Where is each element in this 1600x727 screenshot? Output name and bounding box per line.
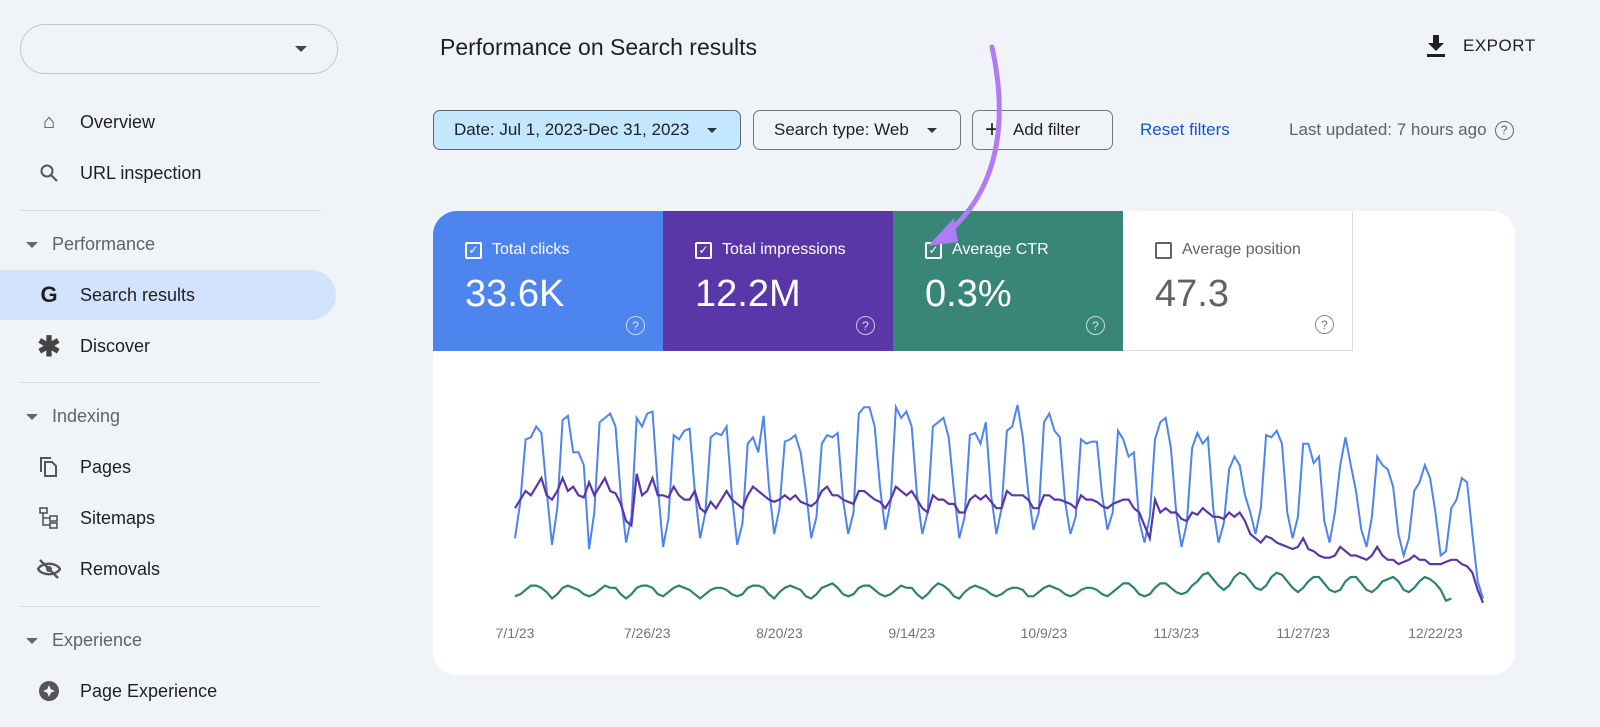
metric-total-impressions[interactable]: ✓ Total impressions 12.2M? (663, 211, 893, 351)
annotation-arrow (928, 44, 1002, 246)
checkbox-checked-icon[interactable]: ✓ (465, 241, 482, 259)
home-icon: ⌂ (42, 110, 56, 133)
sidebar-item-discover[interactable]: ✱ Discover (0, 321, 336, 371)
performance-card: ✓ Total clicks 33.6K? ✓ Total impressions 12… (433, 211, 1515, 675)
help-icon[interactable]: ? (856, 316, 875, 335)
property-selector[interactable] (20, 24, 338, 74)
x-tick-label: 11/27/23 (1276, 625, 1330, 641)
sidebar-item-pages[interactable]: Pages (0, 442, 336, 492)
reset-filters-link[interactable]: Reset filters (1140, 120, 1230, 140)
x-tick-label: 12/22/23 (1408, 625, 1463, 641)
x-tick-label: 8/20/23 (756, 625, 803, 641)
sidebar-item-search-results[interactable]: G Search results (0, 270, 336, 320)
sitemap-icon (34, 507, 64, 529)
x-tick-label: 7/1/23 (496, 625, 535, 641)
collapse-caret-icon (26, 413, 38, 420)
help-icon[interactable]: ? (1315, 315, 1334, 334)
divider (20, 210, 321, 211)
page-title: Performance on Search results (440, 34, 758, 60)
help-icon[interactable]: ? (1494, 120, 1514, 140)
section-indexing[interactable]: Indexing (26, 406, 120, 427)
series-line-average-ctr (514, 571, 1452, 603)
download-icon (1427, 35, 1445, 57)
sidebar-item-page-experience[interactable]: Page Experience (0, 666, 336, 716)
sidebar-item-overview[interactable]: ⌂ Overview (0, 97, 336, 147)
divider (20, 606, 321, 607)
help-icon[interactable]: ? (1086, 316, 1105, 335)
metric-average-position[interactable]: Average position 47.3? (1123, 211, 1353, 351)
checkbox-checked-icon[interactable]: ✓ (695, 241, 712, 259)
page-experience-icon (34, 680, 64, 702)
performance-chart: 7/1/23 7/26/23 8/20/23 9/14/23 10/9/23 11/3/2… (496, 403, 1485, 641)
date-filter-chip[interactable]: Date: Jul 1, 2023-Dec 31, 2023 (433, 110, 741, 150)
eye-off-icon (34, 559, 64, 579)
series-line-total-clicks (514, 403, 1484, 599)
section-performance[interactable]: Performance (26, 234, 155, 255)
last-updated: Last updated: 7 hours ago? (1289, 120, 1514, 140)
pages-icon (34, 456, 64, 478)
x-tick-label: 11/3/23 (1153, 625, 1199, 641)
metric-total-clicks[interactable]: ✓ Total clicks 33.6K? (433, 211, 663, 351)
x-tick-label: 10/9/23 (1021, 625, 1068, 641)
sidebar-item-url-inspection[interactable]: URL inspection (0, 148, 336, 198)
dropdown-caret-icon (707, 127, 718, 133)
x-tick-label: 9/14/23 (888, 625, 935, 641)
help-icon[interactable]: ? (626, 316, 645, 335)
sidebar-item-sitemaps[interactable]: Sitemaps (0, 493, 336, 543)
x-tick-label: 7/26/23 (624, 625, 671, 641)
section-experience[interactable]: Experience (26, 630, 142, 651)
search-icon (34, 163, 64, 183)
collapse-caret-icon (26, 637, 38, 644)
asterisk-icon: ✱ (37, 330, 61, 362)
dropdown-caret-icon (295, 46, 307, 52)
export-button[interactable]: EXPORT (1425, 34, 1536, 58)
divider (20, 382, 321, 383)
checkbox-unchecked-icon[interactable] (1155, 241, 1172, 259)
google-g-icon: G (40, 282, 58, 307)
sidebar-item-removals[interactable]: Removals (0, 544, 336, 594)
collapse-caret-icon (26, 241, 38, 248)
